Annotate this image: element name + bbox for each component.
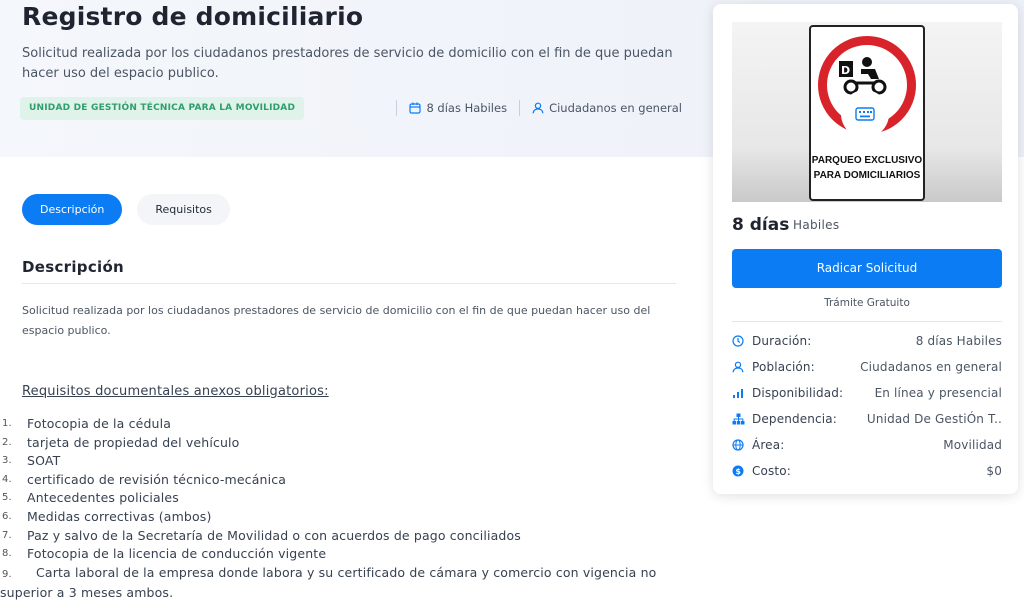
list-item: 2. tarjeta de propiedad del vehículo xyxy=(0,434,690,453)
info-value: Movilidad xyxy=(943,438,1002,452)
list-number: 6. xyxy=(2,510,12,522)
list-text: SOAT xyxy=(27,453,61,469)
divider xyxy=(22,283,676,284)
list-item: 7. Paz y salvo de la Secretaría de Movili… xyxy=(0,527,690,546)
info-row-dependencia: Dependencia: Unidad De GestiÓn T.. xyxy=(732,406,1002,432)
list-item: 9. Carta laboral de la empresa donde labo… xyxy=(0,564,690,602)
info-label: Disponibilidad: xyxy=(752,386,844,400)
list-number: 1. xyxy=(2,418,12,429)
summary-card: D PARQUEO EXCLUSIVO PARA DOMICILIARIOS 8… xyxy=(713,4,1018,494)
divider xyxy=(732,321,1002,322)
tab-descripcion[interactable]: Descripción xyxy=(22,194,123,225)
list-number: 2. xyxy=(2,436,12,448)
org-chart-icon xyxy=(732,413,748,425)
meta-duration: 8 días Habiles xyxy=(409,101,507,115)
tab-bar: Descripción Requisitos xyxy=(22,194,245,225)
list-number: 9. xyxy=(2,568,12,580)
info-value: En línea y presencial xyxy=(874,386,1002,400)
info-value: Unidad De GestiÓn T.. xyxy=(866,412,1002,426)
list-item: 6. Medidas correctivas (ambos) xyxy=(0,508,690,527)
info-label: Dependencia: xyxy=(752,412,837,426)
list-item: 3. SOAT xyxy=(0,452,690,471)
meta-population-text: Ciudadanos en general xyxy=(549,101,682,115)
info-row-area: Área: Movilidad xyxy=(732,432,1002,458)
days-label: Habiles xyxy=(793,218,840,232)
list-item: 8. Fotocopia de la licencia de conducción… xyxy=(0,545,690,564)
info-row-costo: $ Costo: $0 xyxy=(732,458,1002,484)
section-title: Descripción xyxy=(22,258,125,276)
user-icon xyxy=(732,361,748,373)
meta-divider xyxy=(396,100,398,116)
clock-icon xyxy=(732,335,748,347)
list-item: 5. Antecedentes policiales xyxy=(0,489,690,508)
list-number: 7. xyxy=(2,529,12,541)
list-text: certificado de revisión técnico-mecánica xyxy=(27,471,287,487)
signal-bars-icon xyxy=(732,387,748,399)
hero-meta: 8 días Habiles Ciudadanos en general xyxy=(384,100,682,116)
list-text: Antecedentes policiales xyxy=(27,490,179,506)
info-value: Ciudadanos en general xyxy=(860,360,1002,374)
hero-description: Solicitud realizada por los ciudadanos p… xyxy=(22,46,673,81)
info-label: Población: xyxy=(752,360,815,374)
list-number: 3. xyxy=(2,455,12,467)
info-row-disponibilidad: Disponibilidad: En línea y presencial xyxy=(732,380,1002,406)
cost-note: Trámite Gratuito xyxy=(824,297,910,309)
calendar-icon xyxy=(409,102,422,114)
meta-population: Ciudadanos en general xyxy=(532,101,682,115)
unit-badge: UNIDAD DE GESTIÓN TÉCNICA PARA LA MOVILI… xyxy=(20,97,305,120)
coin-icon: $ xyxy=(732,465,748,477)
sign-text: PARQUEO EXCLUSIVO PARA DOMICILIARIOS xyxy=(811,155,923,181)
meta-divider xyxy=(519,100,521,116)
list-text: Medidas correctivas (ambos) xyxy=(27,508,212,524)
info-value: 8 días Habiles xyxy=(915,334,1002,348)
globe-icon xyxy=(732,439,748,451)
description-text: Solicitud realizada por los ciudadanos p… xyxy=(22,304,651,337)
list-text: Paz y salvo de la Secretaría de Movilida… xyxy=(27,527,521,543)
info-list: Duración: 8 días Habiles Población: Ciud… xyxy=(732,328,1002,484)
list-number: 8. xyxy=(2,548,12,560)
list-number: 5. xyxy=(2,492,12,504)
keyboard-icon xyxy=(855,107,875,121)
info-label: Área: xyxy=(752,438,785,452)
list-item: 4. certificado de revisión técnico-mecáni… xyxy=(0,471,690,490)
keyboard-bubble xyxy=(841,90,889,138)
svg-text:$: $ xyxy=(735,467,741,476)
meta-duration-text: 8 días Habiles xyxy=(426,101,508,115)
info-label: Costo: xyxy=(752,464,791,478)
info-row-duracion: Duración: 8 días Habiles xyxy=(732,328,1002,354)
radicar-solicitud-button[interactable]: Radicar Solicitud xyxy=(732,249,1002,288)
info-row-poblacion: Población: Ciudadanos en general xyxy=(732,354,1002,380)
list-text: Fotocopia de la cédula xyxy=(27,416,172,431)
days-number: 8 días xyxy=(732,215,790,235)
requirements-list: 1. Fotocopia de la cédula 2. tarjeta de pr… xyxy=(0,415,690,602)
page-title: Registro de domiciliario xyxy=(22,2,364,31)
requirements-heading: Requisitos documentales anexos obligator… xyxy=(22,384,329,399)
service-image: D PARQUEO EXCLUSIVO PARA DOMICILIARIOS xyxy=(732,22,1002,202)
list-text: Fotocopia de la licencia de conducción v… xyxy=(27,546,327,562)
svg-text:D: D xyxy=(841,64,850,77)
user-icon xyxy=(532,102,544,114)
info-label: Duración: xyxy=(752,334,812,348)
list-item: 1. Fotocopia de la cédula xyxy=(0,415,690,434)
list-number: 4. xyxy=(2,473,12,485)
list-text: tarjeta de propiedad del vehículo xyxy=(27,434,240,450)
tab-requisitos[interactable]: Requisitos xyxy=(137,194,230,225)
list-text: Carta laboral de la empresa donde labora… xyxy=(0,564,657,601)
info-value: $0 xyxy=(986,464,1002,478)
delivery-rider-icon: D xyxy=(839,57,887,95)
